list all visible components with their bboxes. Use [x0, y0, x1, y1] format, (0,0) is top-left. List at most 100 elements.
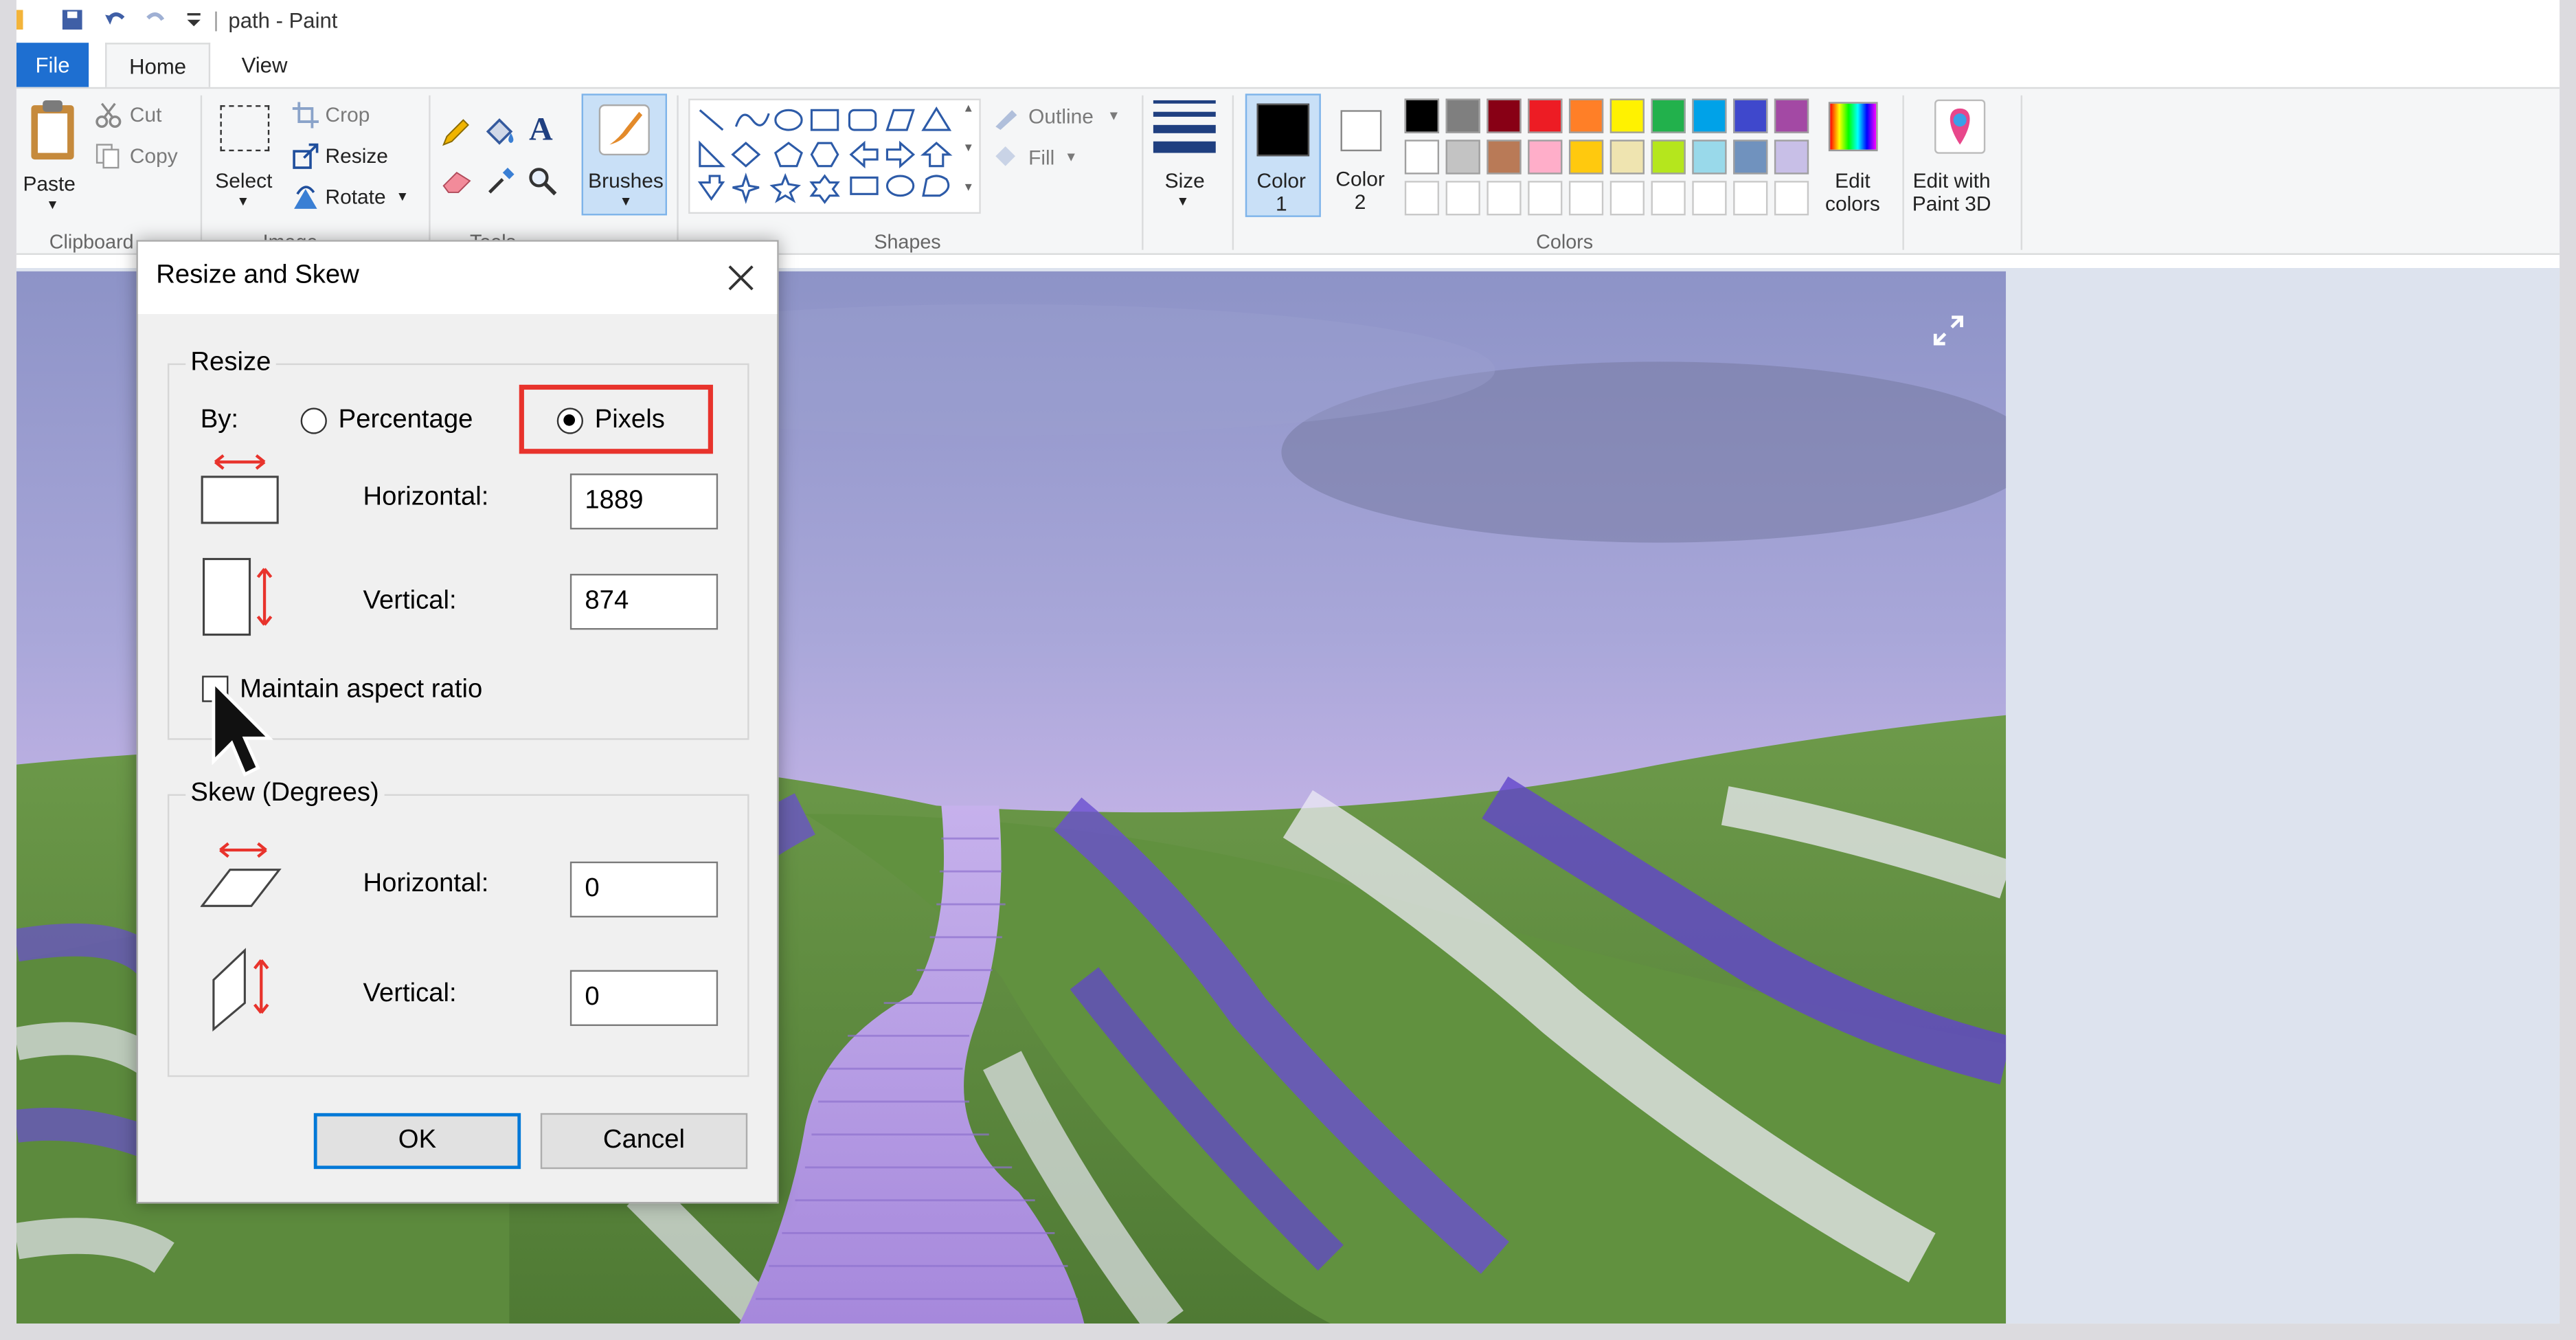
percentage-label[interactable]: Percentage: [339, 406, 473, 436]
palette-swatch[interactable]: [1528, 98, 1563, 133]
paint3d-icon: [1934, 99, 1986, 154]
skew-horizontal-input[interactable]: [569, 861, 719, 918]
ribbon-separator: [2020, 95, 2023, 250]
ribbon-separator: [1232, 95, 1234, 250]
percentage-radio[interactable]: [300, 407, 327, 434]
resize-icon: [293, 143, 319, 169]
fill-bucket-icon[interactable]: [483, 117, 516, 150]
dialog-title: Resize and Skew: [156, 261, 359, 290]
skew-horizontal-label: Horizontal:: [363, 869, 489, 898]
resize-vertical-input[interactable]: [569, 574, 719, 630]
paint-window: path - Paint File Home View Paste ▼ Cut …: [16, 0, 2560, 1324]
custom-color-slot[interactable]: [1404, 181, 1440, 216]
color1-button[interactable]: Color 1: [1245, 93, 1321, 217]
custom-color-slot[interactable]: [1774, 181, 1809, 216]
paste-button[interactable]: Paste ▼: [20, 96, 86, 214]
palette-swatch[interactable]: [1609, 98, 1645, 133]
palette-swatch[interactable]: [1445, 139, 1480, 175]
outline-dropdown-icon: ▼: [1107, 108, 1120, 124]
palette-swatch[interactable]: [1568, 139, 1604, 175]
edit-colors-button[interactable]: Edit colors: [1820, 96, 1886, 219]
fill-button[interactable]: Fill: [1028, 146, 1054, 169]
custom-color-slot[interactable]: [1528, 181, 1563, 216]
customize-toolbar-icon[interactable]: [182, 10, 205, 30]
palette-swatch[interactable]: [1692, 98, 1727, 133]
eraser-icon[interactable]: [440, 168, 473, 194]
palette-swatch[interactable]: [1692, 139, 1727, 175]
edit-with-paint3d-button[interactable]: Edit with Paint 3D: [1909, 96, 2014, 219]
outline-button[interactable]: Outline: [1028, 105, 1094, 128]
brushes-label: Brushes: [588, 169, 664, 192]
palette-swatch[interactable]: [1404, 139, 1440, 175]
pencil-icon[interactable]: [440, 118, 470, 148]
horizontal-resize-icon: [201, 454, 279, 524]
edit-colors-icon: [1828, 102, 1878, 152]
expand-icon[interactable]: [1932, 314, 1965, 347]
shapes-gallery[interactable]: ▲ ▼ ▼: [688, 98, 981, 214]
custom-color-slot[interactable]: [1445, 181, 1480, 216]
resize-vertical-label: Vertical:: [363, 587, 457, 615]
palette-swatch[interactable]: [1487, 139, 1522, 175]
tab-file[interactable]: File: [16, 43, 89, 87]
custom-color-slot[interactable]: [1733, 181, 1768, 216]
color1-swatch: [1256, 103, 1310, 157]
color-picker-icon[interactable]: [486, 166, 516, 196]
save-icon[interactable]: [60, 10, 83, 30]
custom-color-slot[interactable]: [1651, 181, 1686, 216]
palette-swatch[interactable]: [1774, 98, 1809, 133]
color1-label: Color 1: [1256, 169, 1307, 216]
close-icon[interactable]: [725, 261, 758, 294]
resize-button[interactable]: Resize: [326, 145, 388, 168]
paste-dropdown-icon: ▼: [45, 197, 59, 212]
shapes-expand-icon[interactable]: ▼: [962, 183, 974, 194]
rotate-button[interactable]: Rotate: [326, 186, 386, 208]
title-separator: [215, 11, 217, 32]
edit-paint3d-label: Edit with Paint 3D: [1912, 169, 1991, 216]
palette-swatch[interactable]: [1609, 139, 1645, 175]
palette-swatch[interactable]: [1528, 139, 1563, 175]
copy-button[interactable]: Copy: [130, 145, 178, 168]
magnifier-icon[interactable]: [528, 166, 557, 196]
shapes-scroll-down-icon[interactable]: ▼: [962, 143, 974, 155]
resize-horizontal-input[interactable]: [569, 473, 719, 530]
outline-icon: [995, 110, 1017, 131]
paint-app-icon: [16, 10, 23, 30]
palette-swatch[interactable]: [1774, 139, 1809, 175]
skew-vertical-input[interactable]: [569, 970, 719, 1027]
shapes-scroll-up-icon[interactable]: ▲: [962, 104, 974, 115]
palette-swatch[interactable]: [1445, 98, 1480, 133]
custom-color-slot[interactable]: [1568, 181, 1604, 216]
ok-button[interactable]: OK: [313, 1113, 521, 1170]
custom-color-slot[interactable]: [1692, 181, 1727, 216]
palette-swatch[interactable]: [1568, 98, 1604, 133]
color2-button[interactable]: Color 2: [1327, 93, 1393, 216]
select-label: Select: [215, 169, 273, 192]
tab-home[interactable]: Home: [105, 43, 211, 87]
fill-dropdown-icon: ▼: [1064, 149, 1078, 165]
select-button[interactable]: Select ▼: [207, 96, 282, 214]
palette-swatch[interactable]: [1651, 139, 1686, 175]
palette-swatch[interactable]: [1733, 139, 1768, 175]
palette-swatch[interactable]: [1651, 98, 1686, 133]
skew-vertical-label: Vertical:: [363, 980, 457, 1008]
ribbon-separator: [1902, 95, 1904, 250]
redo-icon[interactable]: [144, 10, 167, 30]
palette-swatch[interactable]: [1404, 98, 1440, 133]
edit-colors-label: Edit colors: [1825, 169, 1880, 216]
size-button[interactable]: Size ▼: [1150, 96, 1219, 214]
palette-swatch[interactable]: [1733, 98, 1768, 133]
crop-button[interactable]: Crop: [326, 104, 370, 126]
custom-color-slot[interactable]: [1609, 181, 1645, 216]
undo-icon[interactable]: [104, 10, 126, 30]
tab-view[interactable]: View: [223, 43, 306, 87]
cut-button[interactable]: Cut: [130, 104, 162, 126]
palette-swatch[interactable]: [1487, 98, 1522, 133]
shapes-group-label: Shapes: [874, 230, 941, 254]
text-tool-icon[interactable]: A: [529, 112, 553, 150]
ribbon-separator: [200, 95, 203, 250]
pixels-highlight-box: [519, 384, 713, 454]
brushes-button[interactable]: Brushes ▼: [581, 93, 667, 216]
cancel-button[interactable]: Cancel: [540, 1113, 748, 1170]
maintain-aspect-label[interactable]: Maintain aspect ratio: [240, 675, 482, 705]
custom-color-slot[interactable]: [1487, 181, 1522, 216]
